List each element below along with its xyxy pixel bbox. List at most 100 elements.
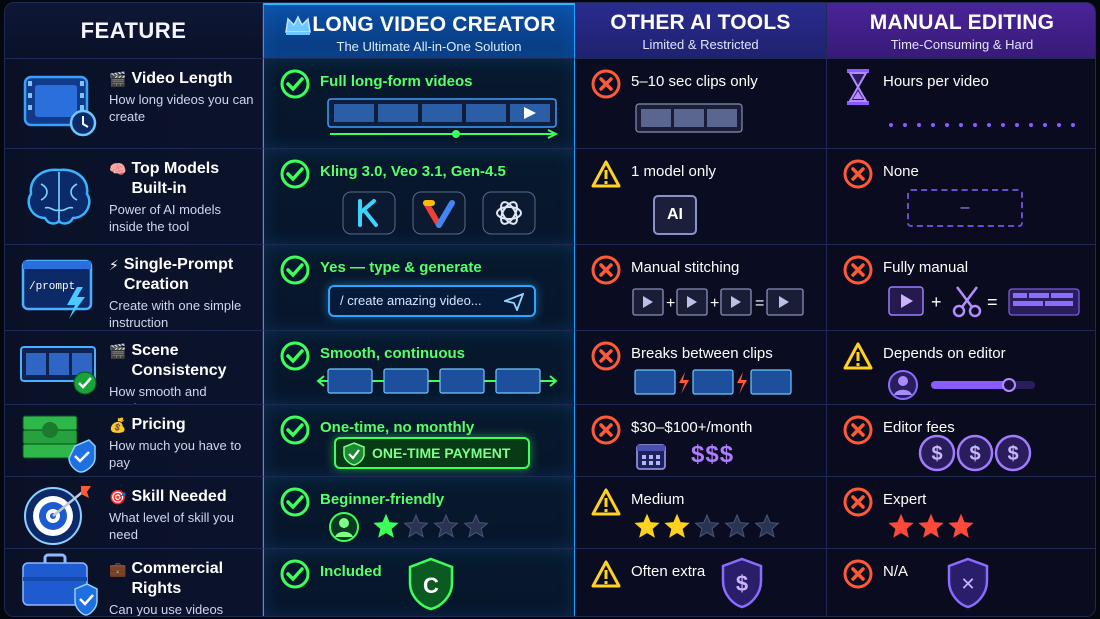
manual-single-prompt: Fully manual + =: [827, 245, 1095, 331]
long-skill-needed: Beginner-friendly: [263, 477, 575, 549]
feature-description: How smooth and continuous scenes are: [109, 384, 239, 404]
other-commercial-rights: Often extra $: [575, 549, 827, 616]
send-icon[interactable]: [504, 293, 524, 311]
star-filled-icon: [664, 513, 690, 538]
header-manual-title: MANUAL EDITING: [869, 11, 1055, 34]
cross-icon: [843, 559, 873, 589]
prompt-input[interactable]: / create amazing video...: [328, 285, 536, 317]
svg-text:=: =: [755, 295, 764, 312]
money-shield-icon: [22, 415, 96, 473]
other-single-prompt: Manual stitching + + =: [575, 245, 827, 331]
other-video-length: 5–10 sec clips only: [575, 59, 827, 149]
clip-stitching-icon: + + =: [632, 288, 804, 316]
warning-icon: [591, 488, 621, 516]
long-commercial-rights: Included C: [263, 549, 575, 616]
header-feature: FEATURE: [5, 3, 263, 59]
header-manual-subtitle: Time-Consuming & Hard: [890, 37, 1034, 52]
beginner-avatar-icon: [329, 512, 359, 542]
editor-avatar-icon: [888, 370, 918, 400]
status-text: $30–$100+/month: [631, 419, 753, 436]
star-filled-icon: [373, 513, 399, 538]
header-feature-label: FEATURE: [80, 17, 187, 43]
feature-description: Can you use videos commercially?: [109, 602, 224, 617]
crown-icon: [285, 15, 311, 35]
skill-stars: [888, 513, 974, 538]
briefcase-emoji-icon: 💼: [109, 561, 127, 577]
money-bag-icon: 💰: [109, 417, 127, 433]
status-text: Fully manual: [883, 259, 969, 276]
feature-description: How much you have to pay: [109, 438, 242, 470]
warning-icon: [591, 160, 621, 188]
skill-stars: [634, 513, 780, 538]
star-filled-icon: [948, 513, 974, 538]
dollar-shield-icon: $: [721, 557, 763, 609]
feature-top-models: 🧠 Top Models Built-in Power of AI models …: [5, 149, 263, 245]
skill-stars: [373, 513, 489, 538]
cross-icon: [843, 255, 873, 285]
manual-scene-consistency: Depends on editor: [827, 331, 1095, 405]
star-empty-icon: [754, 513, 780, 538]
header-other-title: OTHER AI TOOLS: [610, 11, 791, 34]
star-empty-icon: [433, 513, 459, 538]
check-icon: [280, 159, 310, 189]
manual-video-length: Hours per video: [827, 59, 1095, 149]
cross-icon: [591, 341, 621, 371]
svg-text:$: $: [1007, 443, 1018, 465]
svg-text:=: =: [987, 292, 998, 312]
rejected-shield-icon: ✕: [947, 557, 989, 609]
feature-scene-consistency: 🎬Scene Consistency How smooth and contin…: [5, 331, 263, 405]
target-icon: [24, 485, 91, 545]
star-empty-icon: [403, 513, 429, 538]
long-scene-consistency: Smooth, continuous: [263, 331, 575, 405]
openai-logo-icon: [482, 191, 536, 235]
copyright-shield-icon: C: [408, 557, 454, 611]
cross-icon: [843, 487, 873, 517]
veo-logo-icon: [412, 191, 466, 235]
status-text: Manual stitching: [631, 259, 740, 276]
calendar-icon: [636, 444, 666, 470]
rejected-shield-symbol: ✕: [960, 574, 975, 595]
check-icon: [280, 487, 310, 517]
briefcase-shield-icon: [22, 553, 98, 616]
status-text: Yes — type & generate: [320, 259, 482, 276]
feature-description: How long videos you can create: [109, 92, 254, 124]
feature-commercial-rights: 💼Commercial Rights Can you use videos co…: [5, 549, 263, 617]
dart-icon: 🎯: [109, 489, 127, 505]
skill-slider-fill: [931, 381, 1009, 389]
svg-text:+: +: [710, 295, 719, 312]
other-pricing: $30–$100+/month $$$: [575, 405, 827, 477]
dollar-coins-icon: $ $ $: [918, 434, 1032, 472]
status-text: None: [883, 163, 919, 180]
manual-skill-needed: Expert: [827, 477, 1095, 549]
warning-icon: [843, 342, 873, 370]
manual-top-models: None –: [827, 149, 1095, 245]
kling-logo-icon: [342, 191, 396, 235]
long-single-prompt: Yes — type & generate / create amazing v…: [263, 245, 575, 331]
status-text: Full long-form videos: [320, 73, 473, 90]
star-empty-icon: [694, 513, 720, 538]
skill-slider-knob[interactable]: [1002, 378, 1016, 392]
empty-placeholder-dash: –: [960, 199, 970, 216]
manual-edit-icon: + =: [888, 286, 1080, 318]
warning-icon: [591, 560, 621, 588]
header-other-subtitle: Limited & Restricted: [642, 37, 759, 52]
status-text: Beginner-friendly: [320, 491, 445, 508]
film-clock-icon: [23, 75, 97, 136]
check-icon: [280, 341, 310, 371]
status-text: Breaks between clips: [631, 345, 773, 362]
feature-title: Pricing: [131, 416, 186, 433]
filmstrip-check-icon: [20, 345, 97, 394]
continuous-scenes-icon: [316, 368, 558, 394]
skill-slider[interactable]: [931, 378, 1035, 392]
other-scene-consistency: Breaks between clips: [575, 331, 827, 405]
manual-pricing: Editor fees $ $ $: [827, 405, 1095, 477]
check-icon: [280, 255, 310, 285]
feature-description: Create with one simple instruction: [109, 298, 242, 330]
star-filled-icon: [634, 513, 660, 538]
feature-title: Scene Consistency: [131, 342, 227, 379]
star-empty-icon: [463, 513, 489, 538]
hourglass-icon: [847, 69, 869, 105]
header-other-ai-tools: OTHER AI TOOLS Limited & Restricted: [575, 3, 827, 59]
feature-description: What level of skill you need: [109, 510, 234, 542]
cross-icon: [591, 69, 621, 99]
